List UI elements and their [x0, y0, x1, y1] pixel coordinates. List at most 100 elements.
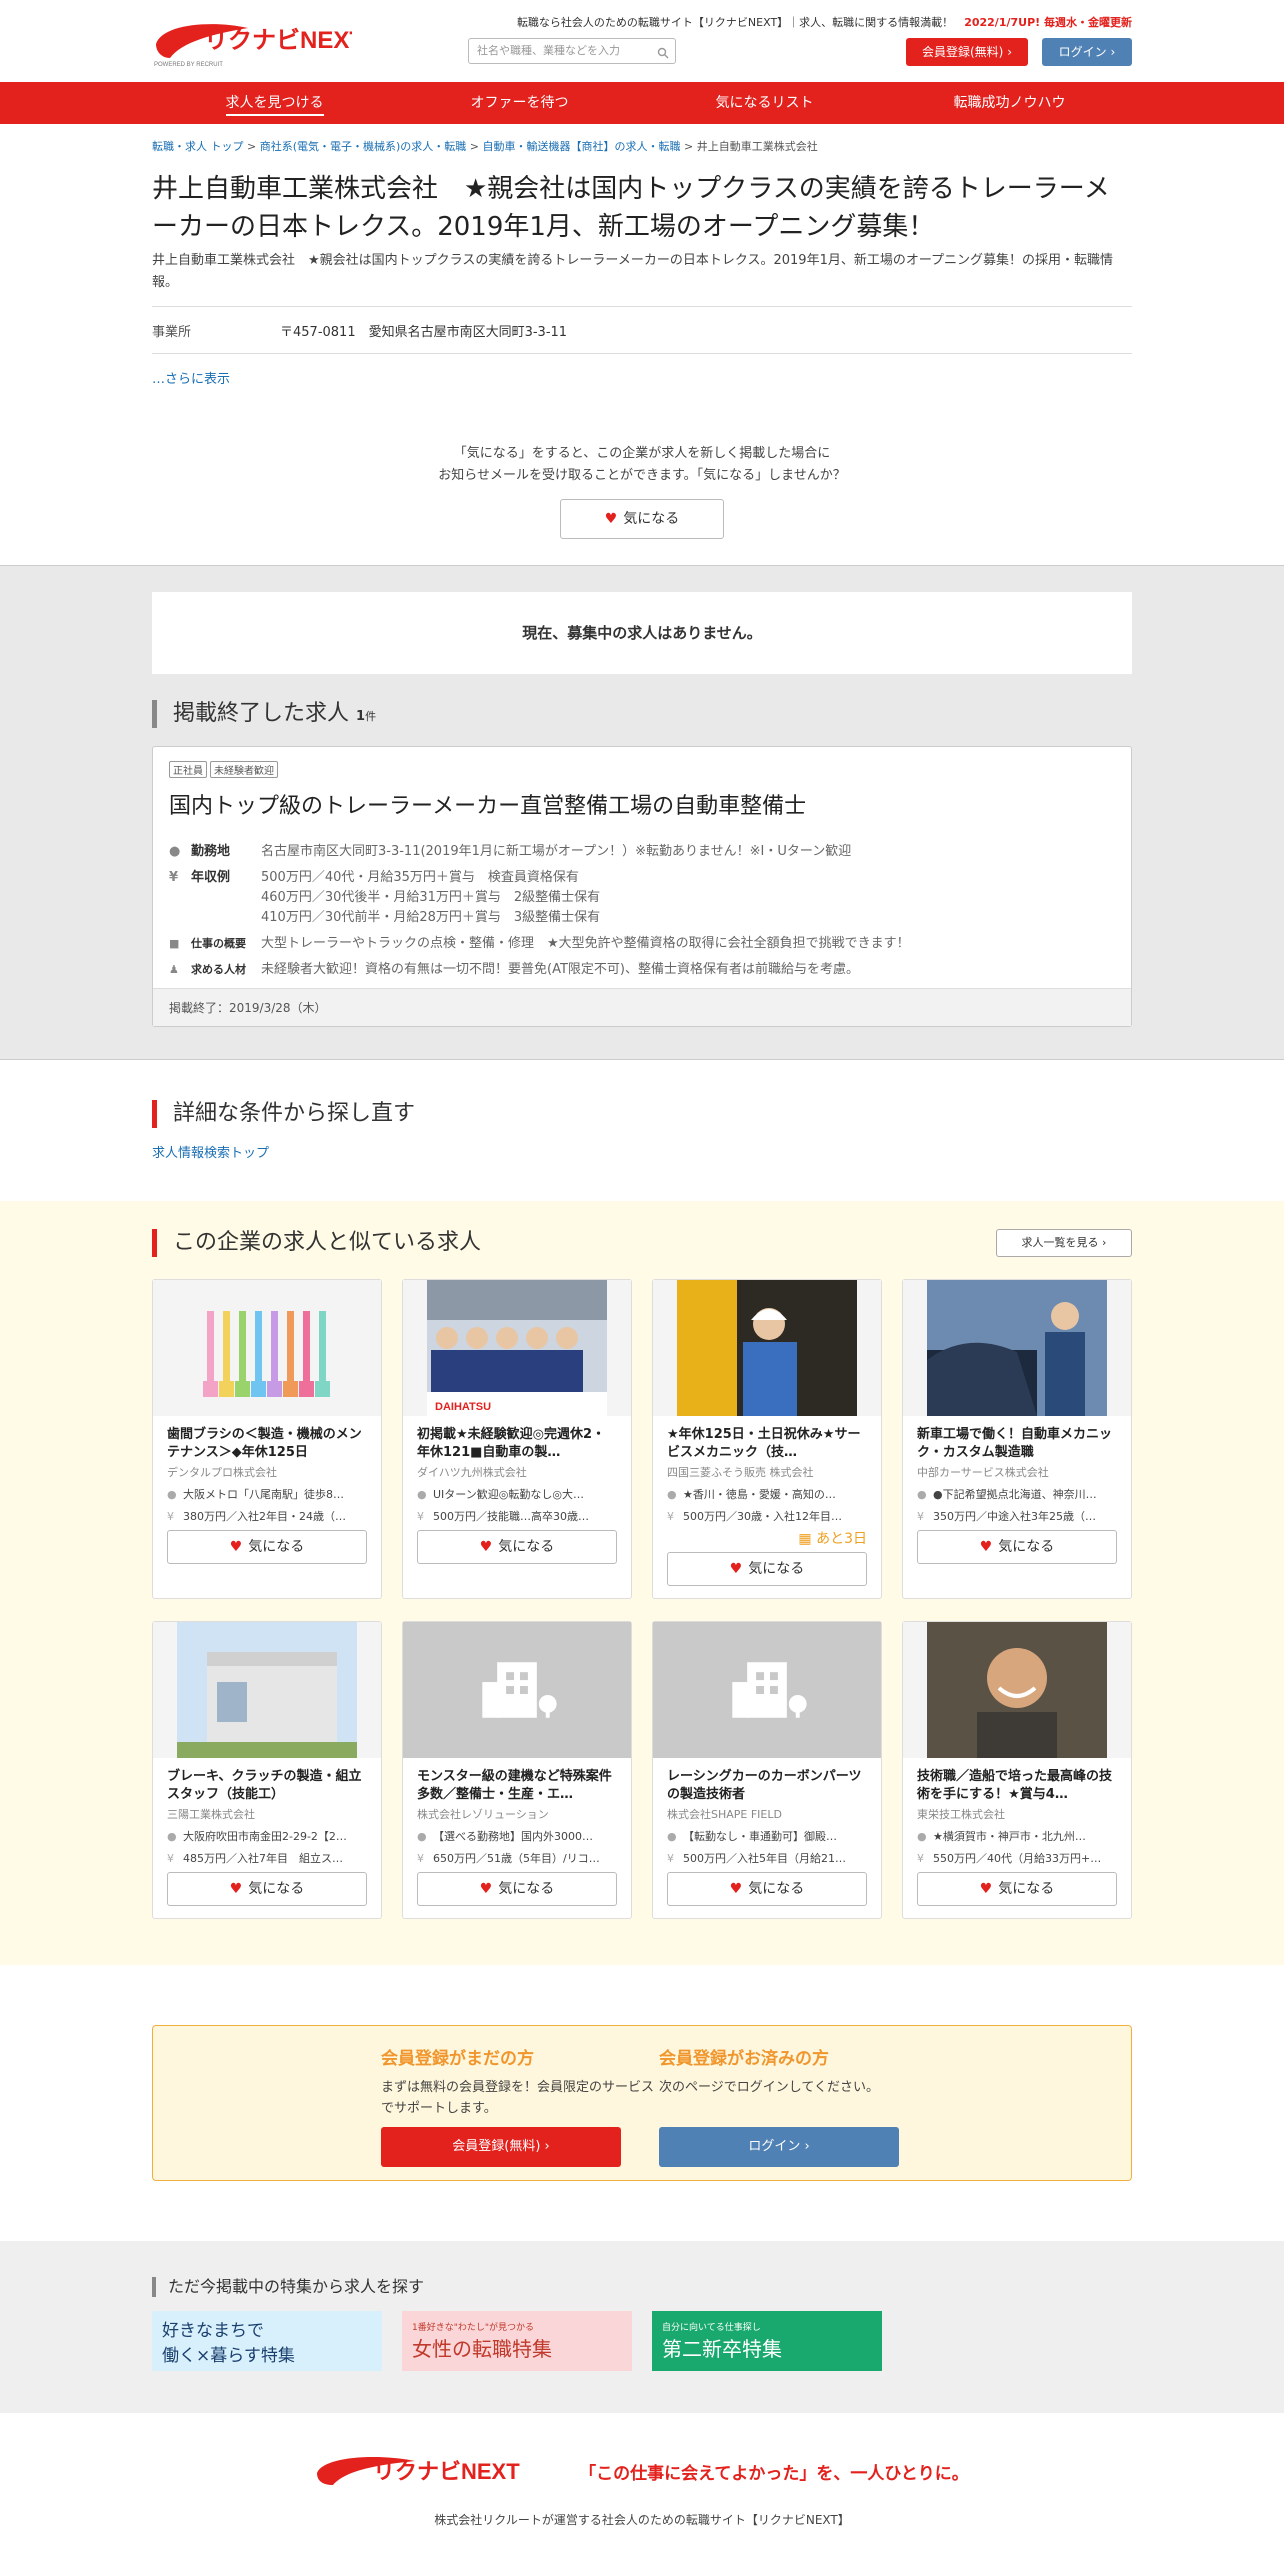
yen-icon: ¥	[667, 1510, 674, 1523]
card-company: デンタルプロ株式会社	[167, 1466, 277, 1479]
job-thumbnail[interactable]	[153, 1280, 381, 1416]
existing-member-text: 次のページでログインしてください。	[659, 2080, 879, 2095]
card-favorite-button[interactable]: ♥ 気になる	[667, 1552, 867, 1586]
card-salary: ¥350万円／中途入社3年25歳（…	[917, 1510, 1096, 1523]
nav-find-jobs[interactable]: 求人を見つける	[152, 82, 397, 124]
nav-wait-offers[interactable]: オファーを待つ	[397, 82, 642, 124]
heart-icon: ♥	[729, 1561, 743, 1577]
card-salary: ¥550万円／40代（月給33万円+…	[917, 1852, 1102, 1865]
similar-job-card[interactable]: ブレーキ、クラッチの製造・組立スタッフ（技能工） 三陽工業株式会社 ● 大阪府吹田市南…	[152, 1621, 382, 1919]
card-location: ● 【選べる勤務地】国内外3000…	[417, 1830, 593, 1843]
existing-member-title: 会員登録がお済みの方	[659, 2049, 829, 2069]
search-input[interactable]: 社名や職種、業種などを入力	[468, 38, 676, 64]
card-title[interactable]: 新車工場で働く！自動車メカニック・カスタム製造職	[903, 1416, 1131, 1462]
card-location: ● 大阪府吹田市南金田2-29-2【2…	[167, 1830, 347, 1843]
card-company: 四国三菱ふそう販売 株式会社	[667, 1466, 814, 1479]
similar-job-card[interactable]: モンスター級の建機など特殊案件多数／整備士・生産・エ… 株式会社レゾリューション ●…	[402, 1621, 632, 1919]
job-thumbnail[interactable]: DAIHATSU	[403, 1280, 631, 1416]
deadline-badge: ▦ あと3日	[798, 1531, 867, 1547]
card-favorite-button[interactable]: ♥ 気になる	[917, 1872, 1117, 1906]
favorite-button[interactable]: ♥ 気になる	[560, 499, 724, 539]
heart-icon: ♥	[479, 1539, 493, 1555]
job-salary-row: ¥ 年収例 500万円／40代・月給35万円＋賞与 検査員資格保有 460万円／30…	[169, 870, 601, 925]
job-list-button[interactable]: 求人一覧を見る ›	[996, 1229, 1132, 1257]
card-favorite-button[interactable]: ♥ 気になる	[417, 1872, 617, 1906]
job-thumbnail[interactable]	[903, 1280, 1131, 1416]
yen-icon: ¥	[917, 1510, 924, 1523]
page-title: 井上自動車工業株式会社 ★親会社は国内トップクラスの実績を誇るトレーラーメーカー…	[152, 174, 1110, 242]
job-thumbnail[interactable]	[653, 1622, 881, 1758]
new-member-text: まずは無料の会員登録を！会員限定のサービスでサポートします。	[381, 2080, 655, 2116]
job-thumbnail[interactable]	[153, 1622, 381, 1758]
card-title[interactable]: 歯間ブラシの＜製造・機械のメンテナンス＞◆年休125日	[153, 1416, 381, 1462]
card-title[interactable]: モンスター級の建機など特殊案件多数／整備士・生産・エ…	[403, 1758, 631, 1804]
member-login-button[interactable]: ログイン ›	[659, 2127, 899, 2167]
search-icon[interactable]	[657, 44, 669, 68]
calendar-icon: ▦	[798, 1531, 817, 1547]
end-date: 掲載終了：2019/3/28（木）	[153, 988, 1131, 1026]
location-pin-icon: ●	[169, 844, 181, 859]
card-title[interactable]: 初掲載★未経験歓迎◎完週休2・年休121■自動車の製…	[403, 1416, 631, 1462]
location-pin-icon: ●	[917, 1488, 927, 1501]
similar-job-card[interactable]: 歯間ブラシの＜製造・機械のメンテナンス＞◆年休125日 デンタルプロ株式会社 ● 大阪…	[152, 1279, 382, 1599]
location-pin-icon: ●	[417, 1488, 427, 1501]
similar-job-card[interactable]: 技術職／造船で培った最高峰の技術を手にする！★賞与4… 東栄技工株式会社 ● ★横須賀…	[902, 1621, 1132, 1919]
nav-favorites[interactable]: 気になるリスト	[642, 82, 887, 124]
card-title[interactable]: レーシングカーのカーボンパーツの製造技術者	[653, 1758, 881, 1804]
location-pin-icon: ●	[417, 1830, 427, 1843]
card-location: ● ★香川・徳島・愛媛・高知の…	[667, 1488, 836, 1501]
site-header: リクナビNEXT POWERED BY RECRUIT 転職なら社会人のための転…	[152, 0, 1132, 82]
yen-icon: ¥	[917, 1852, 924, 1865]
login-button[interactable]: ログイン ›	[1042, 38, 1132, 66]
rikunabi-logo[interactable]: リクナビNEXT POWERED BY RECRUIT	[152, 14, 364, 70]
location-pin-icon: ●	[917, 1830, 927, 1843]
member-register-button[interactable]: 会員登録(無料) ›	[381, 2127, 621, 2167]
logo-wordmark: リクナビNEXT	[204, 27, 352, 54]
similar-job-card[interactable]: 新車工場で働く！自動車メカニック・カスタム製造職 中部カーサービス株式会社 ● ●下記…	[902, 1279, 1132, 1599]
breadcrumb: 転職・求人 トップ > 商社系(電気・電子・機械系)の求人・転職 > 自動車・輸…	[152, 140, 818, 153]
breadcrumb-category[interactable]: 商社系(電気・電子・機械系)の求人・転職	[260, 140, 467, 153]
job-thumbnail[interactable]	[903, 1622, 1131, 1758]
yen-icon: ¥	[417, 1852, 424, 1865]
similar-job-card[interactable]: DAIHATSU 初掲載★未経験歓迎◎完週休2・年休121■自動車の製… ダイハツ九…	[402, 1279, 632, 1599]
features-section: ただ今掲載中の特集から求人を探す 好きなまちで 働く×暮らす特集 1番好きな"わた…	[0, 2241, 1284, 2413]
card-favorite-button[interactable]: ♥ 気になる	[167, 1530, 367, 1564]
ended-job-card[interactable]: 正社員 未経験者歓迎 国内トップ級のトレーラーメーカー直営整備工場の自動車整備士 …	[152, 746, 1132, 1027]
heart-icon: ♥	[729, 1881, 743, 1897]
card-favorite-button[interactable]: ♥ 気になる	[167, 1872, 367, 1906]
job-title[interactable]: 国内トップ級のトレーラーメーカー直営整備工場の自動車整備士	[169, 788, 1115, 820]
job-thumbnail[interactable]	[403, 1622, 631, 1758]
footer-logo[interactable]: リクナビNEXT	[315, 2451, 565, 2491]
card-salary: ¥500万円／技能職…高卒30歳…	[417, 1510, 589, 1523]
heart-icon: ♥	[479, 1881, 493, 1897]
banner-second-grad[interactable]: 自分に向いてる仕事探し 第二新卒特集	[652, 2311, 882, 2371]
heart-icon: ♥	[229, 1881, 243, 1897]
card-favorite-button[interactable]: ♥ 気になる	[917, 1530, 1117, 1564]
similar-job-card[interactable]: レーシングカーのカーボンパーツの製造技術者 株式会社SHAPE FIELD ● 【転勤…	[652, 1621, 882, 1919]
similar-job-card[interactable]: ★年休125日・土日祝休み★サービスメカニック（技… 四国三菱ふそう販売 株式会社…	[652, 1279, 882, 1599]
favorite-prompt: 「気になる」をすると、この企業が求人を新しく掲載した場合に お知らせメールを受け…	[152, 443, 1132, 539]
show-more-link[interactable]: …さらに表示	[152, 368, 1132, 387]
card-salary: ¥650万円／51歳（5年目）/リコ…	[417, 1852, 600, 1865]
breadcrumb-subcategory[interactable]: 自動車・輸送機器【商社】の求人・転職	[483, 140, 681, 153]
job-thumbnail[interactable]	[653, 1280, 881, 1416]
card-favorite-button[interactable]: ♥ 気になる	[417, 1530, 617, 1564]
inexperienced-tag: 未経験者歓迎	[210, 761, 278, 778]
similar-jobs-section: この企業の求人と似ている求人 求人一覧を見る › 歯間ブラシの＜製造・機械のメン…	[0, 1201, 1284, 1965]
similar-heading: この企業の求人と似ている求人	[152, 1229, 1132, 1257]
card-title[interactable]: 技術職／造船で培った最高峰の技術を手にする！★賞与4…	[903, 1758, 1131, 1804]
banner-women[interactable]: 1番好きな"わたし"が見つかる 女性の転職特集	[402, 2311, 632, 2371]
register-button[interactable]: 会員登録(無料) ›	[906, 38, 1028, 66]
card-title[interactable]: ★年休125日・土日祝休み★サービスメカニック（技…	[653, 1416, 881, 1462]
footer-copy: 株式会社リクルートが運営する社会人のための転職サイト【リクナビNEXT】	[434, 2513, 850, 2527]
card-company: 東栄技工株式会社	[917, 1808, 1005, 1821]
card-company: 株式会社レゾリューション	[417, 1808, 549, 1821]
banner-local-work[interactable]: 好きなまちで 働く×暮らす特集	[152, 2311, 382, 2371]
site-tagline: 転職なら社会人のための転職サイト【リクナビNEXT】｜求人、転職に関する情報満載…	[516, 16, 1132, 29]
card-favorite-button[interactable]: ♥ 気になる	[667, 1872, 867, 1906]
search-top-link[interactable]: 求人情報検索トップ	[152, 1142, 1132, 1161]
office-row: 事業所 〒457-0811 愛知県名古屋市南区大同町3-3-11	[152, 306, 1132, 354]
card-title[interactable]: ブレーキ、クラッチの製造・組立スタッフ（技能工）	[153, 1758, 381, 1804]
nav-knowhow[interactable]: 転職成功ノウハウ	[887, 82, 1132, 124]
breadcrumb-top[interactable]: 転職・求人 トップ	[152, 140, 244, 153]
